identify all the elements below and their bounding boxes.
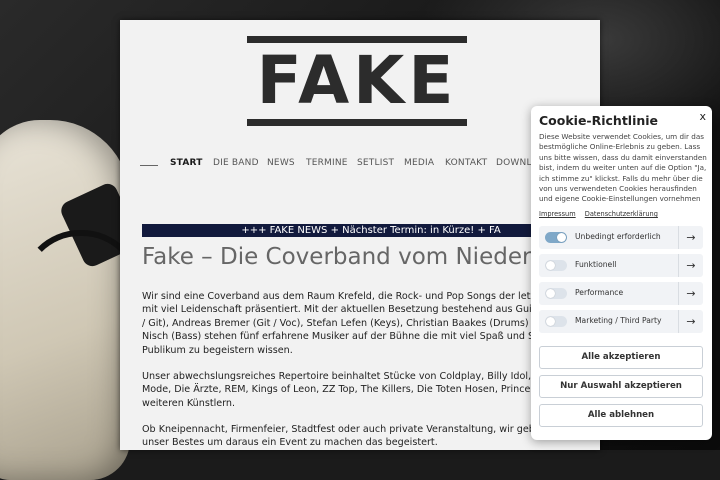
repertoire-paragraph: Unser abwechslungsreiches Repertoire bei… [142, 370, 582, 410]
cookie-links: Impressum Datenschutzerklärung [539, 210, 665, 218]
accept-selection-button[interactable]: Nur Auswahl akzeptieren [539, 375, 703, 398]
close-icon[interactable]: x [699, 110, 706, 123]
nav-divider [140, 165, 158, 166]
toggle-knob [546, 261, 555, 270]
toggle-knob [546, 317, 555, 326]
privacy-link[interactable]: Datenschutzerklärung [585, 210, 658, 218]
nav-kontakt[interactable]: KONTAKT [445, 158, 487, 168]
nav-news[interactable]: NEWS [267, 158, 295, 168]
toggle-knob [546, 289, 555, 298]
category-label: Unbedingt erforderlich [575, 232, 661, 241]
text-line: Wir sind eine Coverband aus dem Raum Kre… [142, 291, 561, 302]
cookie-dialog: x Cookie-Richtlinie Diese Website verwen… [531, 106, 712, 440]
toggle-switch[interactable] [545, 288, 567, 299]
nav-setlist[interactable]: SETLIST [357, 158, 394, 168]
impressum-link[interactable]: Impressum [539, 210, 576, 218]
text-line: unser Bestes um daraus ein Event zu mach… [142, 437, 438, 449]
category-required[interactable]: Unbedingt erforderlich → [539, 226, 703, 249]
arrow-right-icon[interactable]: → [678, 254, 703, 277]
text-line: Publikum zu begeistern wissen. [142, 344, 293, 356]
toggle-switch[interactable] [545, 232, 567, 243]
category-label: Funktionell [575, 260, 617, 269]
intro-paragraph: Wir sind eine Coverband aus dem Raum Kre… [142, 290, 582, 357]
arrow-right-icon[interactable]: → [678, 226, 703, 249]
cookie-title: Cookie-Richtlinie [539, 113, 659, 128]
toggle-switch[interactable] [545, 260, 567, 271]
text-line: Ob Kneipennacht, Firmenfeier, Stadtfest … [142, 424, 559, 435]
nav-media[interactable]: MEDIA [404, 158, 434, 168]
text-line: Unser abwechslungsreiches Repertoire bei… [142, 371, 561, 382]
text-line: mit viel Leidenschaft präsentiert. Mit d… [142, 304, 559, 316]
arrow-right-icon[interactable]: → [678, 282, 703, 305]
category-marketing[interactable]: Marketing / Third Party → [539, 310, 703, 333]
category-functional[interactable]: Funktionell → [539, 254, 703, 277]
band-logo[interactable]: FAKE [247, 36, 467, 126]
text-line: / Git), Andreas Bremer (Git / Voc), Stef… [142, 317, 559, 329]
category-label: Marketing / Third Party [575, 316, 662, 325]
logo-bottom-bar [247, 119, 467, 126]
text-line: Nisch (Bass) stehen fünf erfahrene Musik… [142, 331, 555, 343]
website-page: FAKE START DIE BAND NEWS TERMINE SETLIST… [120, 20, 600, 450]
reject-all-button[interactable]: Alle ablehnen [539, 404, 703, 427]
category-performance[interactable]: Performance → [539, 282, 703, 305]
nav-start[interactable]: START [170, 158, 203, 168]
category-label: Performance [575, 288, 624, 297]
events-paragraph: Ob Kneipennacht, Firmenfeier, Stadtfest … [142, 423, 582, 450]
nav-termine[interactable]: TERMINE [306, 158, 348, 168]
cookie-description: Diese Website verwendet Cookies, um dir … [539, 132, 707, 204]
arrow-right-icon[interactable]: → [678, 310, 703, 333]
toggle-switch[interactable] [545, 316, 567, 327]
text-line: Mode, Die Ärzte, REM, Kings of Leon, ZZ … [142, 384, 561, 396]
toggle-knob [557, 233, 566, 242]
text-line: weiteren Künstlern. [142, 397, 236, 409]
logo-text: FAKE [256, 42, 458, 119]
accept-all-button[interactable]: Alle akzeptieren [539, 346, 703, 369]
nav-die-band[interactable]: DIE BAND [213, 158, 259, 168]
